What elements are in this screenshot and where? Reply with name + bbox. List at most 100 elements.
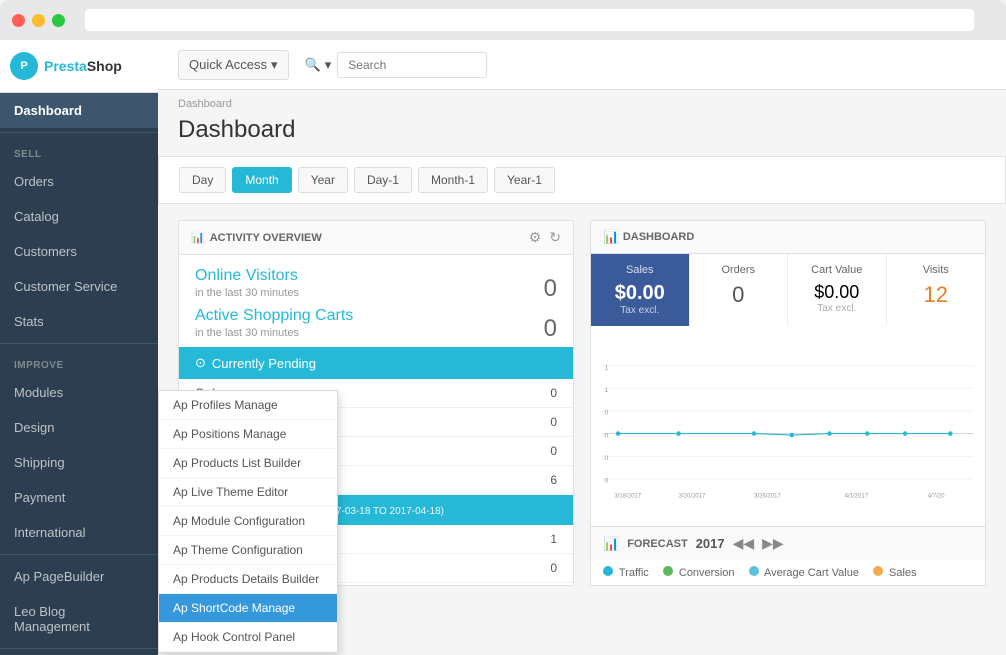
forecast-legend: Traffic Conversion Average Cart Value bbox=[591, 560, 985, 585]
maximize-button[interactable] bbox=[52, 14, 65, 27]
dropdown-item-4[interactable]: Ap Module Configuration bbox=[159, 507, 337, 536]
conversion-dot bbox=[663, 566, 673, 576]
sidebar-item-shipping[interactable]: Shipping bbox=[0, 445, 158, 480]
chart-icon: 📊 bbox=[191, 231, 205, 244]
shopping-carts-subtitle: in the last 30 minutes bbox=[195, 327, 557, 339]
sales-label: Sales bbox=[603, 264, 677, 276]
divider-sell bbox=[0, 132, 158, 133]
filter-year-minus1[interactable]: Year-1 bbox=[494, 167, 555, 193]
divider-special bbox=[0, 554, 158, 555]
topbar: Quick Access ▾ 🔍 ▾ bbox=[158, 40, 1006, 90]
filter-month-minus1[interactable]: Month-1 bbox=[418, 167, 488, 193]
dropdown-item-2[interactable]: Ap Products List Builder bbox=[159, 449, 337, 478]
activity-overview-header: 📊 ACTIVITY OVERVIEW ⚙ ↻ bbox=[179, 221, 573, 255]
logo-text: PrestaShop bbox=[44, 58, 122, 74]
visits-column: Visits 12 bbox=[887, 254, 986, 326]
sidebar-item-catalog[interactable]: Catalog bbox=[0, 199, 158, 234]
section-label-improve: IMPROVE bbox=[0, 348, 158, 375]
pending-outofstock-value: 6 bbox=[550, 473, 557, 487]
visits-value: 12 bbox=[899, 282, 974, 308]
svg-text:3/18/2017: 3/18/2017 bbox=[614, 494, 641, 500]
svg-text:0: 0 bbox=[605, 478, 609, 485]
section-label-sell: SELL bbox=[0, 137, 158, 164]
sidebar-item-modules[interactable]: Modules bbox=[0, 375, 158, 410]
settings-icon[interactable]: ⚙ bbox=[529, 229, 542, 246]
dropdown-item-1[interactable]: Ap Positions Manage bbox=[159, 420, 337, 449]
divider-configure bbox=[0, 648, 158, 649]
logo-icon: P bbox=[10, 52, 38, 80]
quick-access-label: Quick Access bbox=[189, 57, 267, 72]
pending-header: ⊙ Currently Pending bbox=[179, 347, 573, 379]
line-chart: 1 1 0 0 0 0 3/18/2017 3/20/2017 3/26/201… bbox=[603, 336, 973, 516]
dropdown-menu: Ap Profiles Manage Ap Positions Manage A… bbox=[158, 390, 338, 653]
filter-year[interactable]: Year bbox=[298, 167, 348, 193]
online-visitors-metric: Online Visitors in the last 30 minutes 0 bbox=[179, 255, 573, 307]
traffic-label: Traffic bbox=[619, 567, 649, 579]
minimize-button[interactable] bbox=[32, 14, 45, 27]
shopping-carts-label: Active Shopping Carts bbox=[195, 307, 557, 325]
cart-value-label: Average Cart Value bbox=[764, 567, 859, 579]
orders-value: 0 bbox=[702, 282, 776, 308]
dropdown-item-8[interactable]: Ap Hook Control Panel bbox=[159, 623, 337, 652]
dropdown-item-6[interactable]: Ap Products Details Builder bbox=[159, 565, 337, 594]
sidebar-item-leo-blog[interactable]: Leo Blog Management bbox=[0, 594, 158, 644]
panel-actions: ⚙ ↻ bbox=[529, 229, 561, 246]
conversion-label: Conversion bbox=[679, 567, 735, 579]
svg-text:4/1/2017: 4/1/2017 bbox=[845, 494, 869, 500]
legend-conversion: Conversion bbox=[663, 566, 735, 579]
breadcrumb: Dashboard bbox=[158, 90, 1006, 112]
sidebar-item-dashboard[interactable]: Dashboard bbox=[0, 93, 158, 128]
search-icon-wrap[interactable]: 🔍 ▾ bbox=[305, 57, 332, 73]
sidebar-item-international[interactable]: International bbox=[0, 515, 158, 550]
page-title: Dashboard bbox=[158, 112, 1006, 156]
filter-month[interactable]: Month bbox=[232, 167, 291, 193]
refresh-icon[interactable]: ↻ bbox=[549, 229, 561, 246]
window-buttons bbox=[12, 14, 65, 27]
dropdown-item-0[interactable]: Ap Profiles Manage bbox=[159, 391, 337, 420]
sidebar-item-payment[interactable]: Payment bbox=[0, 480, 158, 515]
sidebar-item-design[interactable]: Design bbox=[0, 410, 158, 445]
dropdown-item-5[interactable]: Ap Theme Configuration bbox=[159, 536, 337, 565]
quick-access-button[interactable]: Quick Access ▾ bbox=[178, 50, 289, 80]
svg-text:3/26/2017: 3/26/2017 bbox=[754, 494, 781, 500]
close-button[interactable] bbox=[12, 14, 25, 27]
chart-bar-icon: 📊 bbox=[603, 229, 619, 245]
sales-column: Sales $0.00 Tax excl. bbox=[591, 254, 690, 326]
sidebar-item-stats[interactable]: Stats bbox=[0, 304, 158, 339]
filter-day[interactable]: Day bbox=[179, 167, 226, 193]
dashboard-panel-header: 📊 DASHBOARD bbox=[591, 221, 985, 254]
svg-text:1: 1 bbox=[605, 387, 609, 394]
orders-label: Orders bbox=[702, 264, 776, 276]
dropdown-item-3[interactable]: Ap Live Theme Editor bbox=[159, 478, 337, 507]
sidebar-item-ap-pagebuilder[interactable]: Ap PageBuilder bbox=[0, 559, 158, 594]
online-visitors-subtitle: in the last 30 minutes bbox=[195, 287, 557, 299]
new-customers-value: 1 bbox=[550, 532, 557, 546]
search-dropdown-arrow: ▾ bbox=[325, 57, 332, 73]
sidebar-item-orders[interactable]: Orders bbox=[0, 164, 158, 199]
search-box: 🔍 ▾ bbox=[305, 52, 488, 78]
address-bar bbox=[85, 9, 974, 31]
window-chrome bbox=[0, 0, 1006, 40]
sidebar-item-customer-service[interactable]: Customer Service bbox=[0, 269, 158, 304]
search-input[interactable] bbox=[337, 52, 487, 78]
orders-column: Orders 0 bbox=[690, 254, 789, 326]
forecast-prev[interactable]: ◀◀ bbox=[733, 535, 755, 552]
filter-day-minus1[interactable]: Day-1 bbox=[354, 167, 412, 193]
new-subscriptions-value: 0 bbox=[550, 561, 557, 575]
forecast-label: FORECAST bbox=[627, 538, 688, 550]
legend-traffic: Traffic bbox=[603, 566, 649, 579]
chart-area: 1 1 0 0 0 0 3/18/2017 3/20/2017 3/26/201… bbox=[591, 326, 985, 526]
online-visitors-value: 0 bbox=[544, 275, 557, 303]
dropdown-item-7[interactable]: Ap ShortCode Manage bbox=[159, 594, 337, 623]
shopping-carts-metric: Active Shopping Carts in the last 30 min… bbox=[179, 307, 573, 347]
dashboard-columns: Sales $0.00 Tax excl. Orders 0 Cart Valu… bbox=[591, 254, 985, 326]
pending-orders-value: 0 bbox=[550, 386, 557, 400]
pending-abandoned-value: 0 bbox=[550, 444, 557, 458]
divider-improve bbox=[0, 343, 158, 344]
svg-text:0: 0 bbox=[605, 455, 609, 462]
svg-text:4/7/20: 4/7/20 bbox=[928, 494, 945, 500]
sidebar-item-customers[interactable]: Customers bbox=[0, 234, 158, 269]
forecast-next[interactable]: ▶▶ bbox=[762, 535, 784, 552]
svg-text:0: 0 bbox=[605, 432, 609, 439]
dashboard-panel-title: DASHBOARD bbox=[623, 231, 695, 243]
